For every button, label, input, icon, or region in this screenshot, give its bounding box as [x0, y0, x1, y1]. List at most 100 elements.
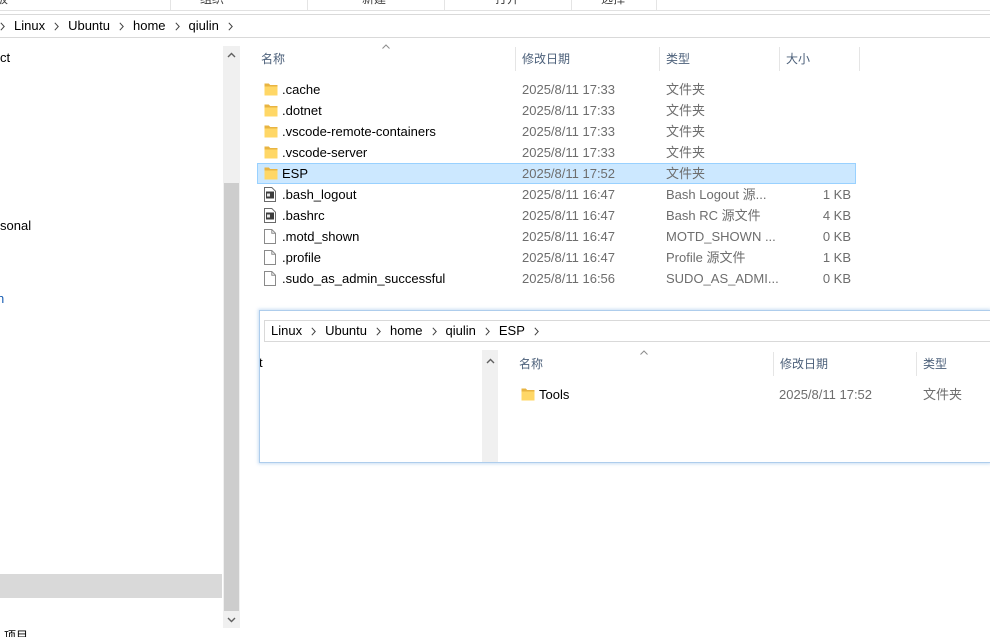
chevron-right-icon[interactable] — [311, 326, 316, 336]
breadcrumb-ubuntu[interactable]: Ubuntu — [325, 323, 367, 339]
file-size: 0 KB — [822, 229, 851, 244]
file-name: .bashrc — [282, 208, 325, 223]
file-date: 2025/8/11 17:52 — [522, 166, 616, 181]
column-header-date[interactable]: 修改日期 — [522, 52, 570, 66]
file-row[interactable]: .vscode-server 2025/8/11 17:33 文件夹 — [257, 142, 856, 163]
chevron-right-icon[interactable] — [376, 326, 381, 336]
column-header-name[interactable]: 名称 — [261, 52, 285, 66]
file-name: .bash_logout — [282, 187, 357, 202]
file-name: .vscode-remote-containers — [282, 124, 436, 139]
chevron-right-icon[interactable] — [174, 21, 180, 31]
nav-item-hover-highlight[interactable] — [0, 574, 222, 598]
breadcrumb-qiulin[interactable]: qiulin — [189, 18, 219, 34]
shell-file-icon — [264, 187, 278, 202]
file-list: .cache 2025/8/11 17:33 文件夹 .dotnet 2025/8/11… — [257, 79, 856, 289]
chevron-right-icon[interactable] — [485, 326, 490, 336]
chevron-up-icon — [227, 52, 236, 58]
column-divider[interactable] — [773, 352, 774, 376]
chevron-right-icon[interactable] — [534, 326, 539, 336]
file-row[interactable]: .profile 2025/8/11 16:47 Profile 源文件 1 KB — [257, 247, 856, 268]
scroll-up-button[interactable] — [223, 46, 240, 63]
file-row[interactable]: .dotnet 2025/8/11 17:33 文件夹 — [257, 100, 856, 121]
chevron-right-icon[interactable] — [228, 21, 233, 31]
file-row[interactable]: .vscode-remote-containers 2025/8/11 17:33… — [257, 121, 856, 142]
file-type: Bash Logout 源... — [666, 187, 767, 202]
sort-up-icon[interactable] — [640, 350, 648, 355]
chevron-right-icon[interactable] — [0, 21, 5, 31]
nav-item[interactable]: n — [0, 291, 4, 307]
file-date: 2025/8/11 17:33 — [522, 103, 616, 118]
scrollbar-thumb[interactable] — [224, 183, 239, 611]
navigation-scrollbar[interactable] — [223, 46, 240, 628]
navigation-scrollbar[interactable] — [482, 350, 498, 462]
chevron-right-icon[interactable] — [119, 21, 124, 31]
file-row[interactable]: ESP 2025/8/11 17:52 文件夹 — [257, 163, 856, 184]
address-bar[interactable]: Linux Ubuntu home qiulin ESP — [264, 320, 990, 342]
address-bar[interactable]: Linux Ubuntu home qiulin — [0, 14, 990, 38]
folder-icon — [264, 82, 278, 97]
file-name: Tools — [539, 387, 570, 402]
ribbon-group-divider — [571, 0, 572, 10]
file-type: 文件夹 — [666, 124, 706, 139]
column-header-name[interactable]: 名称 — [519, 357, 543, 371]
column-header-type[interactable]: 类型 — [923, 357, 947, 371]
second-explorer-window[interactable]: Linux Ubuntu home qiulin ESP t 名称 修改日期 类… — [259, 310, 990, 463]
file-date: 2025/8/11 16:47 — [522, 229, 616, 244]
column-header-size[interactable]: 大小 — [786, 52, 810, 66]
breadcrumb-home[interactable]: home — [390, 323, 423, 339]
status-bar-item-count: 项目 — [4, 629, 29, 637]
ribbon-group-organize: 组织 — [200, 0, 224, 7]
ribbon-group-divider — [656, 0, 657, 10]
folder-icon — [264, 124, 278, 139]
file-row[interactable]: .bashrc 2025/8/11 16:47 Bash RC 源文件 4 KB — [257, 205, 856, 226]
column-divider[interactable] — [515, 47, 516, 71]
nav-item[interactable]: sonal — [0, 218, 31, 234]
file-type: 文件夹 — [666, 103, 706, 118]
breadcrumb-linux[interactable]: Linux — [14, 18, 45, 34]
ribbon-group-label: 选择 — [601, 0, 625, 6]
folder-icon — [264, 103, 278, 118]
scroll-down-button[interactable] — [223, 611, 240, 628]
breadcrumb-linux[interactable]: Linux — [271, 323, 302, 339]
folder-icon — [521, 387, 535, 402]
file-row[interactable]: .cache 2025/8/11 17:33 文件夹 — [257, 79, 856, 100]
file-size: 4 KB — [822, 208, 851, 223]
file-row[interactable]: Tools 2025/8/11 17:52 文件夹 — [514, 384, 990, 405]
file-row[interactable]: .motd_shown 2025/8/11 16:47 MOTD_SHOWN ...… — [257, 226, 856, 247]
file-name: ESP — [282, 166, 309, 181]
ribbon-group-label: 打开 — [495, 0, 519, 6]
chevron-right-icon[interactable] — [54, 21, 59, 31]
file-name: .vscode-server — [282, 145, 368, 160]
file-row[interactable]: .bash_logout 2025/8/11 16:47 Bash Logout 源… — [257, 184, 856, 205]
ribbon-group-labels: 板 组织 新建 打开 选择 — [0, 0, 990, 11]
breadcrumb-esp[interactable]: ESP — [499, 323, 525, 339]
breadcrumb-qiulin[interactable]: qiulin — [446, 323, 476, 339]
column-divider[interactable] — [779, 47, 780, 71]
file-explorer-window: 板 组织 新建 打开 选择 Linux Ubuntu home qiulin c… — [0, 0, 990, 637]
file-icon — [264, 271, 278, 286]
nav-item[interactable]: t — [260, 355, 263, 371]
column-divider[interactable] — [659, 47, 660, 71]
ribbon-group-select: 选择 — [601, 0, 625, 7]
column-divider[interactable] — [916, 352, 917, 376]
file-size: 0 KB — [822, 271, 851, 286]
file-type: 文件夹 — [666, 166, 706, 181]
file-row[interactable]: .sudo_as_admin_successful 2025/8/11 16:56… — [257, 268, 856, 289]
sort-up-icon[interactable] — [382, 44, 390, 49]
scroll-up-button[interactable] — [482, 352, 498, 369]
breadcrumb-home[interactable]: home — [133, 18, 166, 34]
ribbon-group-label: 组织 — [200, 0, 224, 6]
ribbon-group-open: 打开 — [495, 0, 519, 7]
file-icon — [264, 229, 278, 244]
column-header-date[interactable]: 修改日期 — [780, 357, 828, 371]
column-header-type[interactable]: 类型 — [666, 52, 690, 66]
ribbon-group-new: 新建 — [362, 0, 386, 7]
nav-item[interactable]: ct — [0, 50, 10, 66]
column-divider[interactable] — [859, 47, 860, 71]
file-date: 2025/8/11 17:52 — [779, 387, 873, 402]
file-date: 2025/8/11 17:33 — [522, 145, 616, 160]
ribbon-group-divider — [444, 0, 445, 10]
file-name: .dotnet — [282, 103, 322, 118]
chevron-right-icon[interactable] — [431, 326, 437, 336]
breadcrumb-ubuntu[interactable]: Ubuntu — [68, 18, 110, 34]
